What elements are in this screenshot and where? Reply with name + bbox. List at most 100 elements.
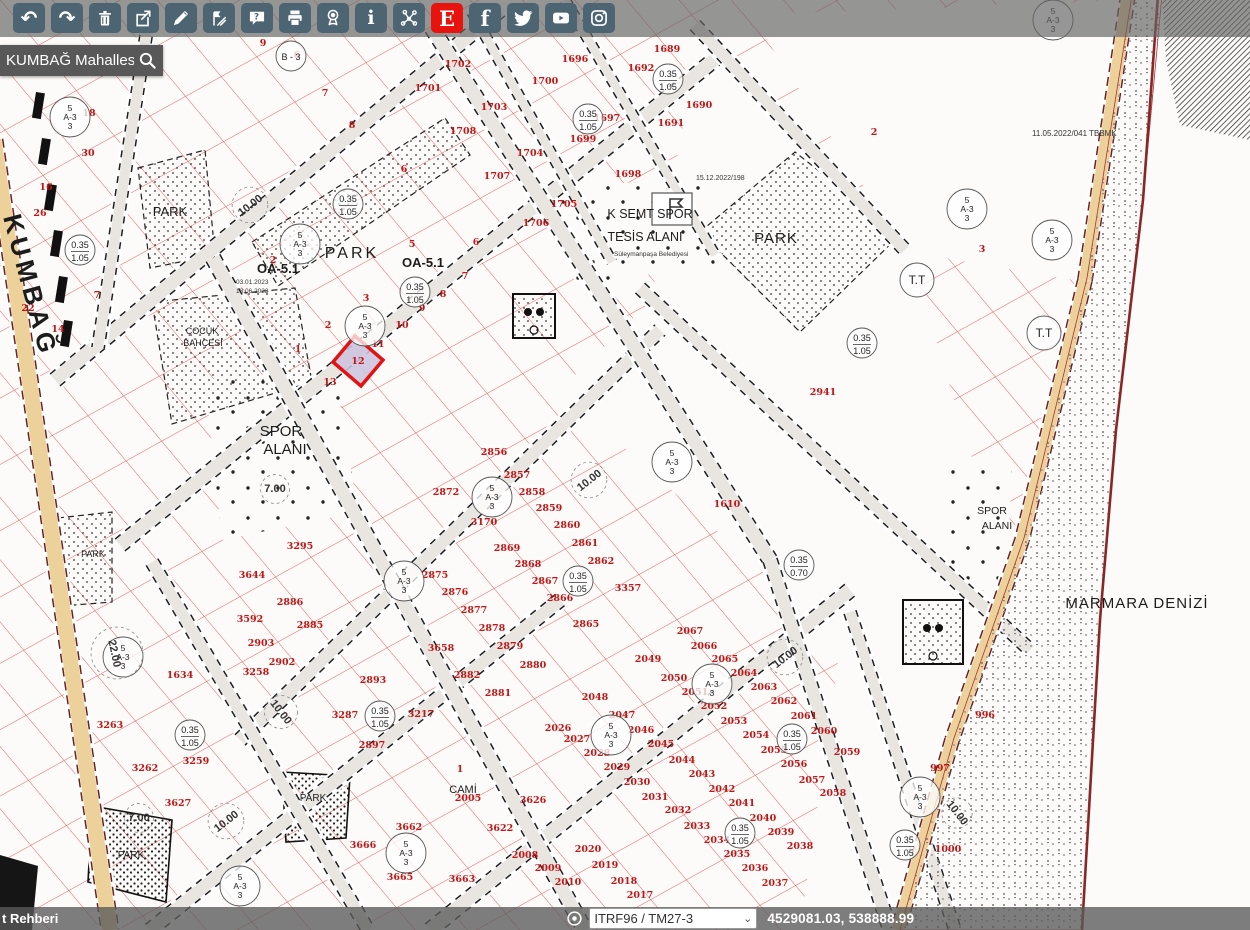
parcel-number: 2035 [724, 849, 750, 860]
zoning-circle: 5A-33 [652, 442, 692, 482]
zoning-circle: 5A-33 [900, 777, 940, 817]
parcel-number: 2859 [536, 503, 563, 514]
svg-text:1.05: 1.05 [783, 742, 801, 752]
facebook-button[interactable]: f [469, 3, 501, 33]
svg-text:3: 3 [918, 801, 923, 811]
zoning-circle: 0.351.05 [65, 235, 95, 265]
parcel-number: 8 [349, 120, 356, 131]
zoning-circle: 0.35 1.05 [725, 818, 755, 848]
parcel-number: 1689 [654, 44, 681, 55]
svg-text:0.35: 0.35 [406, 282, 424, 292]
svg-text:3: 3 [670, 466, 675, 476]
parcel-number: 1691 [658, 118, 684, 129]
parcel-number: 2032 [665, 805, 691, 816]
svg-text:1.05: 1.05 [371, 719, 389, 729]
parcel-number: 2858 [519, 487, 546, 498]
parcel-number: 3622 [487, 823, 513, 834]
parcel-number: 2861 [572, 538, 598, 549]
info-button[interactable]: i [355, 3, 387, 33]
facebook-icon: f [480, 8, 489, 29]
export-button[interactable] [127, 3, 159, 33]
zoning-circle: 5A-33 [1032, 220, 1072, 260]
zoning-circle: 0.351.05 [365, 701, 395, 731]
locate-icon[interactable] [566, 910, 583, 927]
place-label: PARK [325, 245, 379, 262]
svg-text:1.05: 1.05 [731, 836, 749, 846]
zoning-circle: 5A-33 [472, 477, 512, 517]
parcel-number: 2039 [768, 827, 795, 838]
parcel-number: 2862 [588, 556, 614, 567]
place-label: OA-5.1 [257, 261, 299, 276]
svg-text:?: ? [254, 13, 259, 23]
draw-button[interactable] [165, 3, 197, 33]
zoning-circle: 0.351.05 [175, 720, 205, 750]
map-annotation: 11.05.2022/041 TBBMK [1032, 129, 1117, 138]
svg-text:3: 3 [609, 739, 614, 749]
export-icon [133, 8, 153, 28]
svg-text:0.35: 0.35 [659, 69, 677, 79]
parcel-number: 2027 [564, 734, 590, 745]
app-title: t Rehberi [2, 911, 58, 926]
parcel-number: 3644 [239, 570, 266, 581]
instagram-button[interactable] [583, 3, 615, 33]
twitter-button[interactable] [507, 3, 539, 33]
svg-text:3: 3 [710, 688, 715, 698]
svg-text:3: 3 [490, 501, 495, 511]
comment-button[interactable]: ? [241, 3, 273, 33]
parcel-number: 2879 [497, 641, 524, 652]
parcel-number: 2064 [731, 668, 758, 679]
place-label: TESİS ALANI [607, 230, 682, 244]
parcel-number: 3626 [520, 795, 547, 806]
place-label: BAHÇESİ [183, 338, 223, 348]
zoning-circle: 0.35 1.05 [333, 189, 363, 219]
projection-select[interactable]: ITRF96 / TM27-3 ⌄ [589, 908, 757, 929]
svg-text:0.35: 0.35 [783, 729, 801, 739]
projection-value: ITRF96 / TM27-3 [594, 911, 693, 926]
svg-text:1.05: 1.05 [181, 738, 199, 748]
panorama-button[interactable] [317, 3, 349, 33]
parcel-number: 997 [930, 763, 950, 774]
svg-text:1.05: 1.05 [569, 584, 587, 594]
parcel-number: 1702 [445, 59, 471, 70]
parcel-number: 7 [322, 88, 329, 99]
parcel-number: 2036 [742, 863, 769, 874]
map-canvas[interactable]: 9678618301626227142316891690169116921696… [0, 0, 1250, 930]
parcel-number: 2026 [545, 723, 572, 734]
undo-button[interactable]: ↶ [13, 3, 45, 33]
chevron-down-icon: ⌄ [743, 912, 752, 925]
parcel-number: 2856 [481, 447, 508, 458]
svg-text:1.05: 1.05 [896, 848, 914, 858]
svg-text:3: 3 [238, 890, 243, 900]
map-annotation: Süleymanpaşa Belediyesi [614, 251, 688, 258]
svg-text:0.35: 0.35 [731, 823, 749, 833]
parcel-number: 2902 [269, 657, 295, 668]
place-label: PARK [81, 549, 105, 559]
delete-button[interactable] [89, 3, 121, 33]
parcel-number: 2041 [729, 798, 755, 809]
parcel-number: 2885 [297, 620, 323, 631]
parcel-number: 2050 [661, 673, 688, 684]
youtube-button[interactable] [545, 3, 577, 33]
svg-text:1.05: 1.05 [339, 207, 357, 217]
delete-icon [95, 8, 115, 28]
parcel-number: 2020 [575, 844, 602, 855]
redo-button[interactable]: ↷ [51, 3, 83, 33]
parcel-number: 3357 [615, 583, 641, 594]
parcel-number: 2044 [669, 755, 696, 766]
edevlet-button[interactable]: E [431, 3, 463, 33]
zoning-circle: T.T [900, 263, 934, 297]
print-button[interactable] [279, 3, 311, 33]
parcel-number: 6 [401, 164, 408, 175]
network-button[interactable] [393, 3, 425, 33]
search-icon[interactable] [138, 51, 157, 70]
measure-button[interactable] [203, 3, 235, 33]
parcel-number: 2019 [592, 860, 619, 871]
svg-text:3: 3 [1050, 244, 1055, 254]
svg-text:7.00: 7.00 [264, 483, 285, 495]
top-toolbar: ↶↷? i Ef [0, 0, 1250, 37]
info-icon: i [367, 9, 374, 28]
parcel-number: 3627 [165, 798, 191, 809]
svg-text:0.35: 0.35 [339, 194, 357, 204]
parcel-number: 1696 [562, 54, 589, 65]
search-input[interactable] [0, 52, 138, 69]
